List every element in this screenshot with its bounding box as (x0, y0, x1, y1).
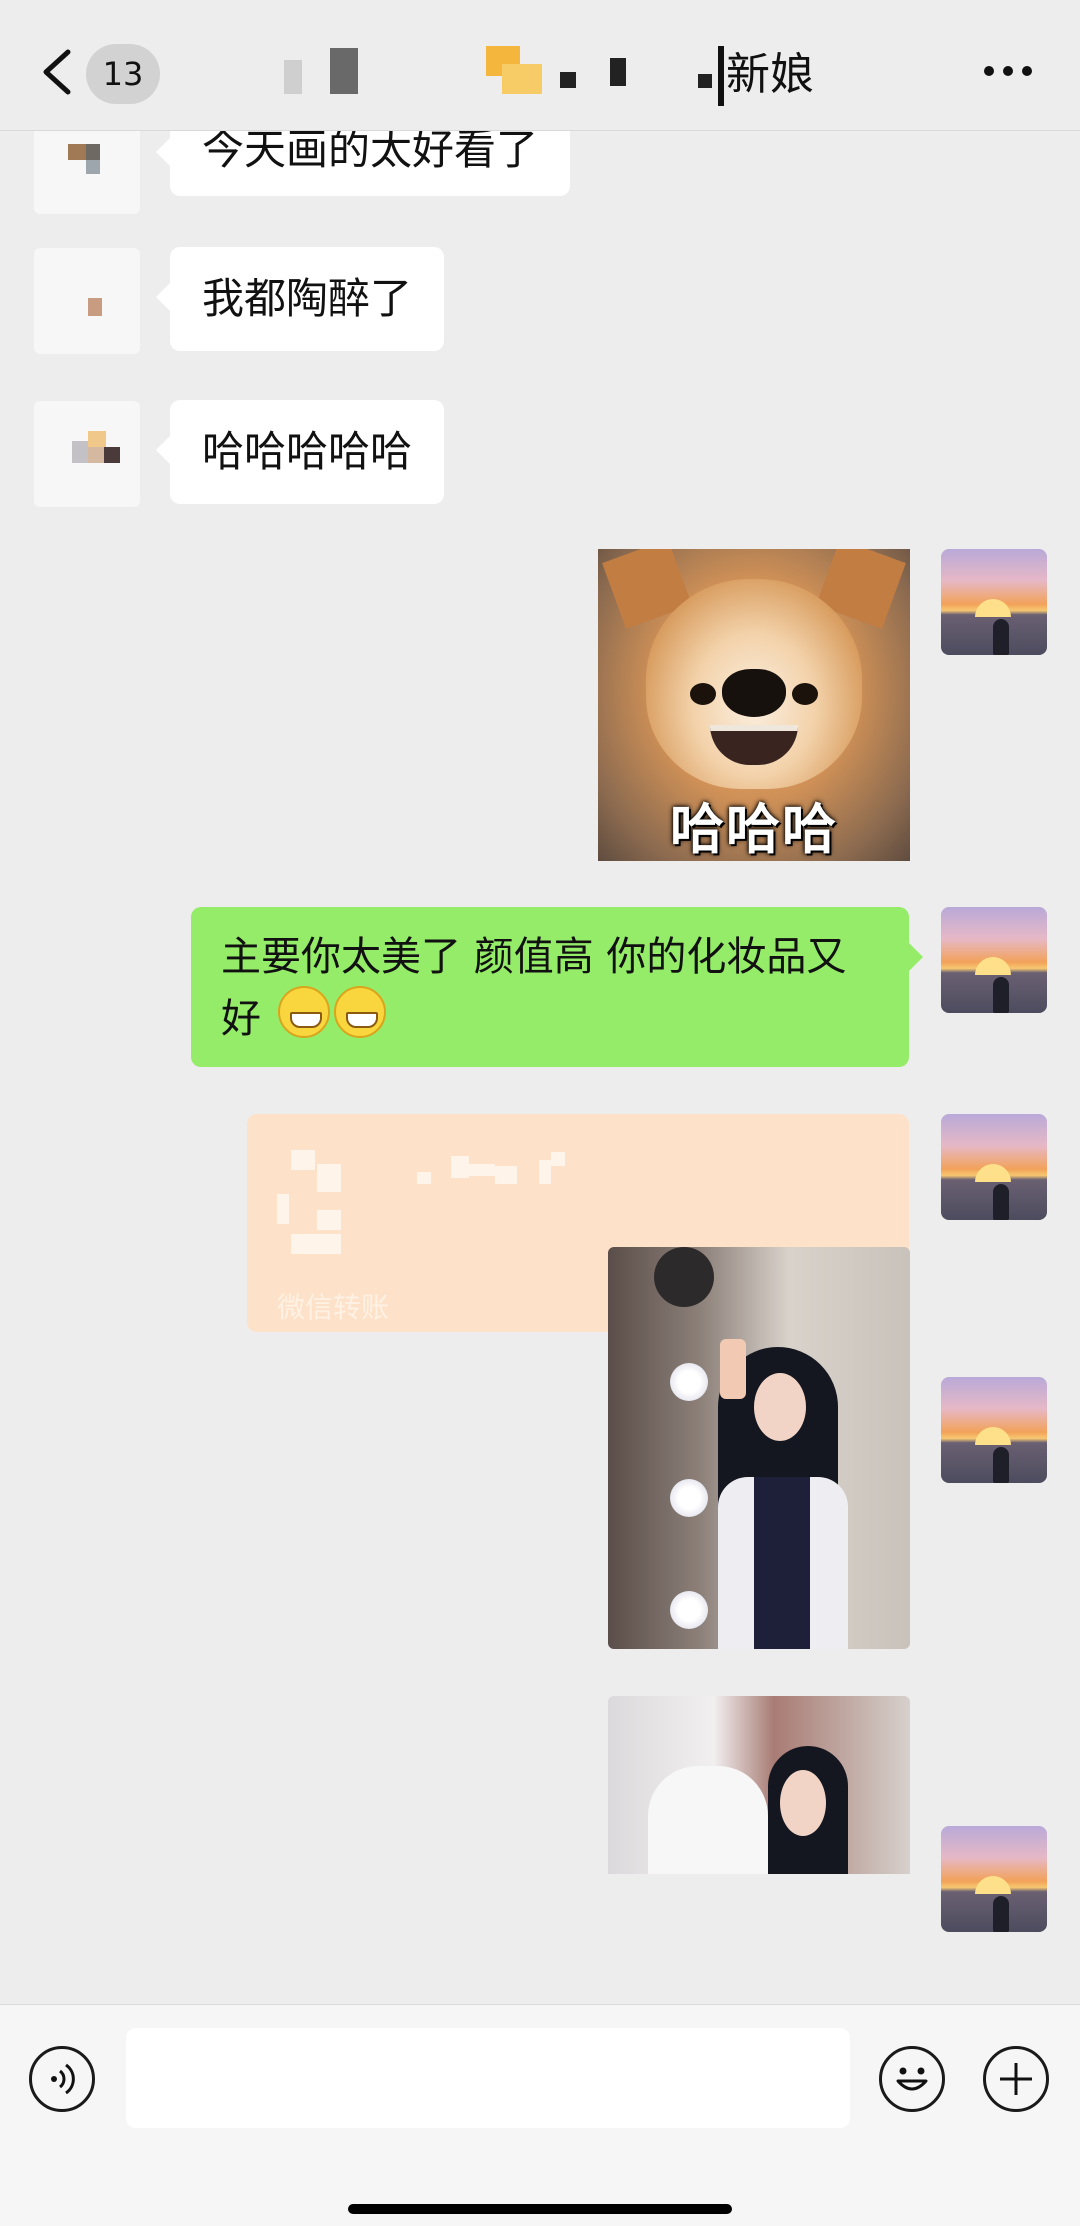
message-text: 我都陶醉了 (202, 274, 413, 323)
message-bubble-incoming[interactable]: 哈哈哈哈哈 (155, 400, 445, 504)
contact-avatar[interactable] (34, 130, 140, 214)
self-avatar[interactable] (941, 1114, 1047, 1220)
photo-veil (648, 1766, 768, 1874)
redacted-amount-block (417, 1172, 431, 1184)
message-text: 哈哈哈哈哈 (202, 427, 413, 476)
sticker-dog-nose (722, 669, 786, 717)
chat-title: 新娘 (270, 40, 830, 110)
photo-person-face (780, 1770, 826, 1836)
plus-icon (1000, 2063, 1032, 2095)
redacted-title-block (284, 60, 302, 94)
self-avatar[interactable] (941, 1826, 1047, 1932)
smiley-icon (896, 2067, 928, 2091)
photo-person-face (754, 1373, 806, 1441)
ellipsis-icon (1003, 66, 1013, 76)
input-bar (0, 2004, 1080, 2226)
redacted-amount-block (539, 1160, 551, 1184)
sticker-image[interactable]: 哈哈哈 (598, 549, 910, 861)
redacted-amount-block (317, 1210, 341, 1230)
avatar-sun (975, 1164, 1011, 1182)
sticker-caption: 哈哈哈 (670, 798, 838, 861)
sticker-dog-eye (792, 683, 818, 705)
avatar-sun (975, 599, 1011, 617)
redacted-title-block (718, 46, 724, 106)
avatar-sun (975, 1876, 1011, 1894)
avatar-figure (993, 1184, 1009, 1220)
redacted-amount-block (495, 1166, 517, 1184)
voice-icon (51, 2063, 75, 2095)
self-avatar[interactable] (941, 907, 1047, 1013)
redacted-amount-block (317, 1164, 341, 1192)
self-avatar[interactable] (941, 1377, 1047, 1483)
voice-button[interactable] (29, 2046, 95, 2112)
back-button[interactable] (38, 44, 78, 100)
avatar-sun (975, 1427, 1011, 1445)
sticker-dog-eye (690, 683, 716, 705)
avatar-sun (975, 957, 1011, 975)
emoji-button[interactable] (879, 2046, 945, 2112)
avatar-figure (993, 1896, 1009, 1932)
message-input[interactable] (126, 2028, 850, 2128)
transfer-label: 微信转账 (277, 1291, 390, 1324)
photo-phone (720, 1339, 746, 1399)
ellipsis-icon (984, 66, 994, 76)
photo-background-person (654, 1247, 714, 1307)
redacted-title-block (610, 58, 626, 86)
self-avatar[interactable] (941, 549, 1047, 655)
redacted-amount-block (291, 1150, 315, 1170)
redacted-amount-block (277, 1194, 289, 1224)
plus-button[interactable] (983, 2046, 1049, 2112)
ellipsis-icon (1022, 66, 1032, 76)
message-text: 今天画的太好看了 (202, 130, 539, 174)
message-bubble-incoming[interactable]: 我都陶醉了 (155, 247, 445, 351)
mirror-light (670, 1479, 708, 1517)
contact-avatar[interactable] (34, 248, 140, 354)
message-bubble-incoming[interactable]: 今天画的太好看了 (155, 130, 571, 196)
unread-count-badge[interactable]: 13 (86, 44, 160, 104)
redacted-amount-block (291, 1234, 341, 1254)
redacted-amount-block (469, 1164, 495, 1176)
redacted-title-block (560, 72, 576, 88)
home-indicator (348, 2204, 732, 2214)
avatar-figure (993, 619, 1009, 655)
redacted-amount-block (551, 1152, 565, 1166)
message-bubble-outgoing[interactable]: 主要你太美了 颜值高 你的化妆品又好 (191, 907, 923, 1067)
redacted-title-block (330, 48, 358, 94)
avatar-figure (993, 1447, 1009, 1483)
message-list[interactable]: 今天画的太好看了 我都陶醉了 哈哈哈哈哈 哈哈哈 主要你太美了 颜值高 你的化妆… (0, 130, 1080, 2004)
chat-title-text: 新娘 (726, 49, 814, 100)
image-message[interactable] (608, 1247, 910, 1649)
more-button[interactable] (978, 60, 1038, 84)
redacted-amount-block (451, 1156, 469, 1178)
avatar-figure (993, 977, 1009, 1013)
image-message[interactable] (608, 1696, 910, 1874)
mirror-light (670, 1591, 708, 1629)
mirror-light (670, 1363, 708, 1401)
grin-emoji-icon (333, 986, 386, 1038)
grin-emoji-icon (277, 986, 330, 1038)
chat-header: 13 新娘 (0, 0, 1080, 131)
redacted-title-block (698, 74, 712, 88)
chevron-left-icon (43, 49, 71, 95)
contact-avatar[interactable] (34, 401, 140, 507)
redacted-title-block (502, 64, 542, 94)
photo-person-body (754, 1477, 810, 1649)
